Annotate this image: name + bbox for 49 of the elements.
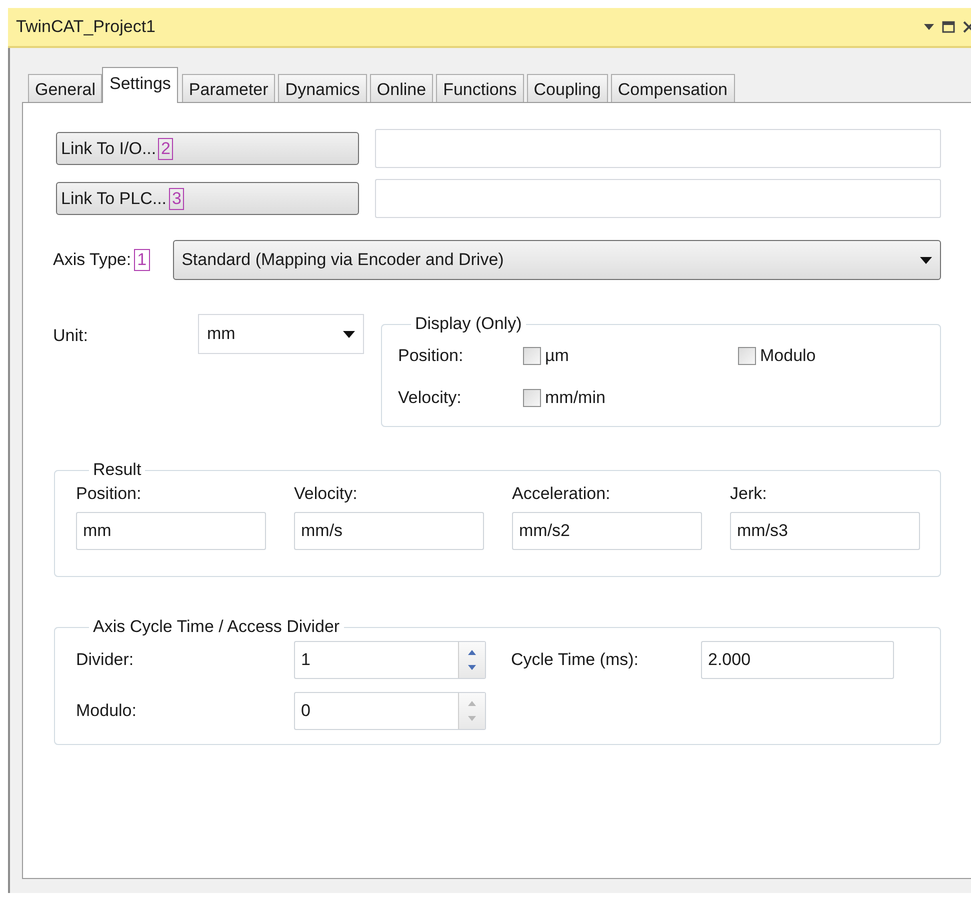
- field-label: Divider:: [76, 650, 135, 670]
- spin-button[interactable]: [458, 642, 485, 678]
- field-value: 1: [301, 650, 312, 670]
- field-label: Unit:: [53, 325, 89, 347]
- checkbox[interactable]: [523, 389, 541, 407]
- tab[interactable]: General: [28, 74, 102, 102]
- input-field[interactable]: mm: [76, 512, 266, 550]
- checkbox[interactable]: [523, 347, 541, 365]
- tab[interactable]: Settings: [102, 67, 178, 103]
- checkbox-label: mm/min: [545, 388, 606, 408]
- input-field[interactable]: 2.000: [701, 641, 894, 679]
- field-label: Axis Type:: [53, 250, 132, 270]
- field-label: Position:: [76, 484, 142, 504]
- tab[interactable]: Online: [370, 74, 434, 102]
- spin-field[interactable]: 1: [294, 641, 486, 679]
- tab[interactable]: Compensation: [610, 74, 734, 102]
- tab[interactable]: Dynamics: [278, 74, 367, 102]
- input-field[interactable]: mm/s3: [730, 512, 920, 550]
- group-title: Display (Only): [414, 314, 523, 334]
- caret-down-icon: [920, 256, 932, 264]
- field-label: Cycle Time (ms):: [511, 650, 640, 670]
- field-label: Position:: [398, 346, 464, 366]
- field-label: Jerk:: [730, 484, 768, 504]
- input-field[interactable]: [375, 129, 941, 168]
- tab[interactable]: Functions: [436, 74, 524, 102]
- dropdown[interactable]: mm: [198, 314, 364, 354]
- maximize-icon[interactable]: [942, 21, 955, 33]
- tab[interactable]: Parameter: [182, 74, 276, 102]
- dropdown[interactable]: Standard (Mapping via Encoder and Drive): [172, 240, 941, 280]
- input-field[interactable]: mm/s2: [512, 512, 702, 550]
- window-title: TwinCAT_Project1: [16, 17, 157, 37]
- tab[interactable]: Coupling: [526, 74, 608, 102]
- caret-down-icon[interactable]: [924, 24, 934, 30]
- caret-down-icon: [343, 330, 355, 338]
- field-value: 0: [301, 701, 312, 721]
- group-title: Result: [92, 460, 142, 480]
- field-label: Velocity:: [398, 388, 462, 408]
- field-label: Velocity:: [294, 484, 358, 504]
- field-label: Acceleration:: [512, 484, 612, 504]
- badge: 3: [169, 188, 184, 210]
- badge: 1: [134, 249, 150, 271]
- field-label: Modulo:: [76, 701, 138, 721]
- input-field[interactable]: mm/s: [294, 512, 484, 550]
- checkbox[interactable]: [738, 347, 756, 365]
- checkbox-label: µm: [545, 346, 569, 366]
- group-title: Axis Cycle Time / Access Divider: [92, 617, 341, 637]
- badge: 2: [158, 138, 174, 160]
- input-field[interactable]: [375, 179, 941, 218]
- checkbox-label: Modulo: [760, 346, 816, 366]
